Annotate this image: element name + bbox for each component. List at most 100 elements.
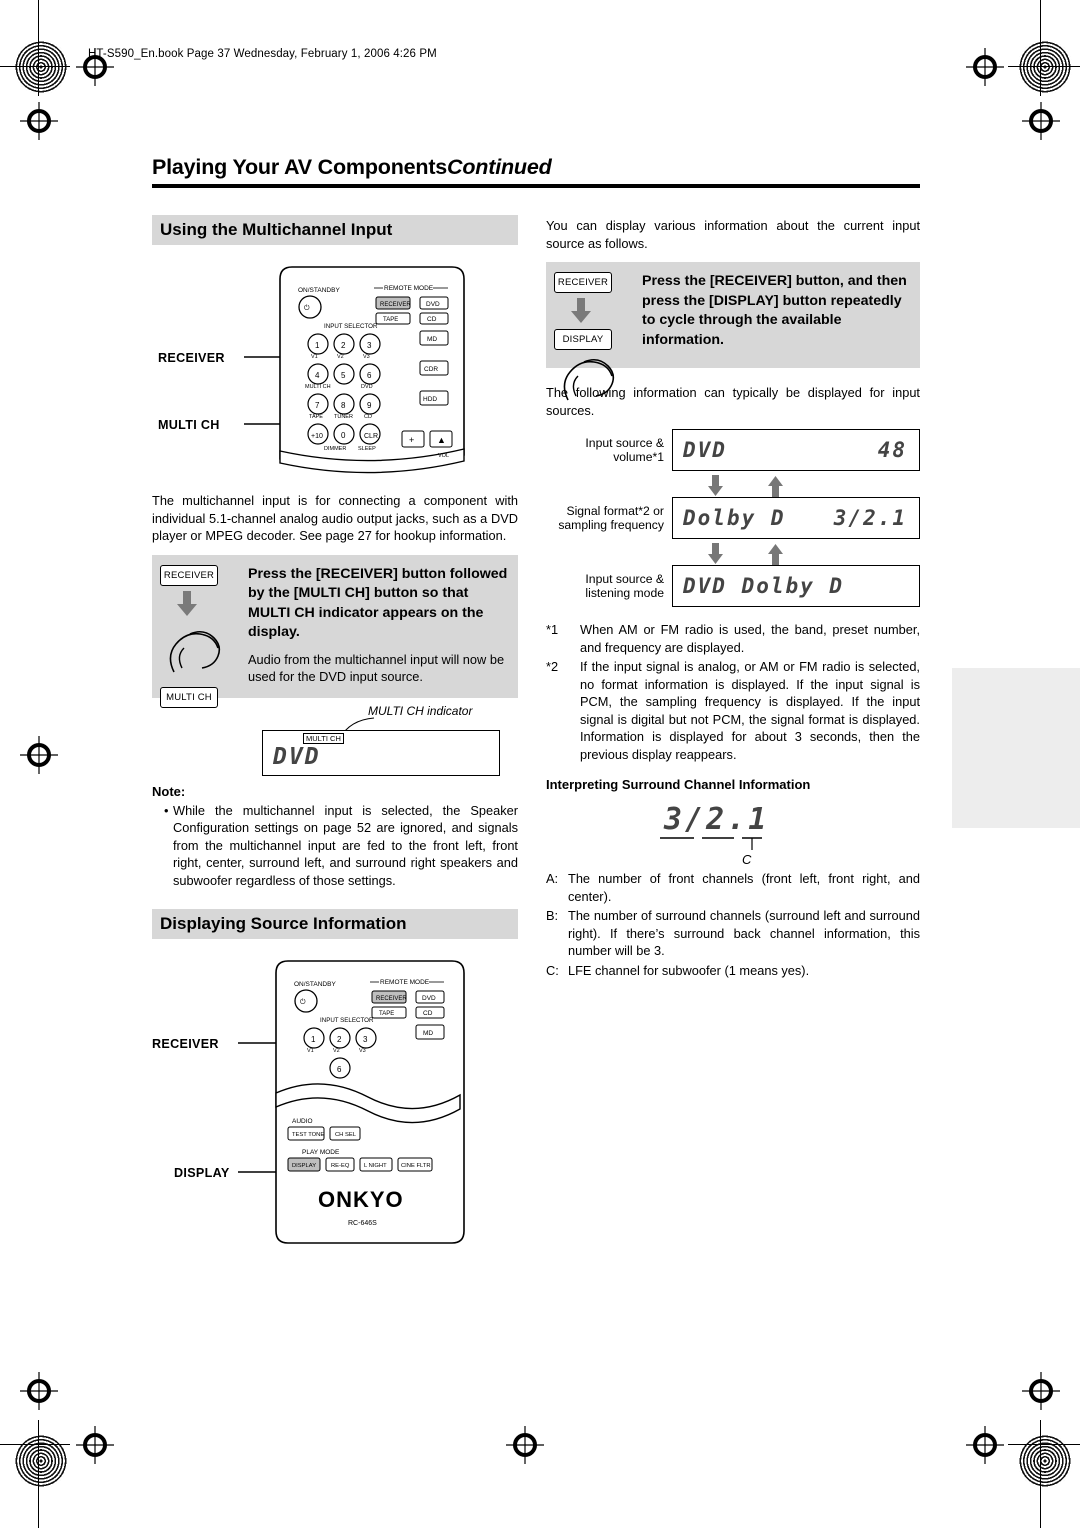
down-arrow-icon-2 <box>571 298 591 324</box>
lcd-row-1-right: 48 <box>877 438 907 462</box>
cycle-row-2-label: Signal format*2 or sampling frequency <box>558 503 664 533</box>
crop-line-top-right <box>1008 66 1080 67</box>
footnote-2-text: If the input signal is analog, or AM or … <box>580 659 920 762</box>
callout-label-receiver: RECEIVER <box>158 351 225 365</box>
cycle-row-2: Signal format*2 or sampling frequency Do… <box>546 497 920 539</box>
svg-text:CH SEL: CH SEL <box>335 1132 357 1138</box>
svg-text:DISPLAY: DISPLAY <box>292 1163 316 1169</box>
corner-rosette-bottom-right <box>1018 1434 1072 1488</box>
cycle-row-1: Input source & volume*1 DVD 48 <box>546 429 920 471</box>
registration-mark-top-right <box>966 48 1004 86</box>
abc-definitions: A: The number of front channels (front l… <box>546 870 920 979</box>
button-chip-receiver[interactable]: RECEIVER <box>160 564 218 586</box>
svg-text:7: 7 <box>315 401 320 410</box>
lcd-panel-row-3: DVD Dolby D <box>672 565 920 607</box>
svg-text:0: 0 <box>341 431 346 440</box>
svg-text:3: 3 <box>367 341 372 350</box>
lcd-panel-row-2: Dolby D 3/2.1 <box>672 497 920 539</box>
svg-text:TAPE: TAPE <box>383 317 398 323</box>
svg-text:PLAY MODE: PLAY MODE <box>302 1149 340 1156</box>
lcd-panel-row-1: DVD 48 <box>672 429 920 471</box>
svg-text:+: + <box>409 435 414 445</box>
svg-text:TAPE: TAPE <box>309 414 323 420</box>
svg-text:8: 8 <box>341 401 346 410</box>
crop-line-right-bottom <box>1040 1420 1041 1528</box>
remote-drawing-2: ON/STANDBY REMOTE MODE ⏻ RECEIVER DVD TA… <box>238 960 465 1244</box>
corner-rosette-top-right <box>1018 40 1072 94</box>
svg-text:5: 5 <box>341 371 346 380</box>
svg-text:V3: V3 <box>363 354 370 360</box>
svg-text:ONKYO: ONKYO <box>318 1187 404 1212</box>
section-title-text: Using the Multichannel Input <box>160 220 393 239</box>
registration-mark-right-lower <box>1022 1372 1060 1410</box>
definition-a-value: The number of front channels (front left… <box>568 871 920 904</box>
note-list: While the multichannel input is selected… <box>152 802 518 890</box>
callout-label-display: DISPLAY <box>174 1166 230 1180</box>
lcd-value-multich: DVD <box>273 743 321 770</box>
cycle-row-3-label: Input source & listening mode <box>585 571 664 601</box>
hand-press-illustration-multich: RECEIVER MULTI CH <box>160 564 244 708</box>
svg-text:RE-EQ: RE-EQ <box>331 1163 350 1169</box>
svg-text:DVD: DVD <box>361 384 373 390</box>
svg-text:CDR: CDR <box>424 366 438 373</box>
crop-line-top-left <box>0 66 70 67</box>
svg-text:2: 2 <box>337 1035 342 1044</box>
definition-a: A: The number of front channels (front l… <box>546 870 920 905</box>
svg-text:▲: ▲ <box>437 435 446 445</box>
page-title: Playing Your AV ComponentsContinued <box>152 155 552 180</box>
svg-text:9: 9 <box>367 401 372 410</box>
svg-text:⏻: ⏻ <box>300 998 306 1006</box>
registration-mark-bottom-center <box>506 1426 544 1464</box>
lcd-multich-block: MULTI CH indicator MULTI CH DVD <box>152 704 518 778</box>
manual-page: HT-S590_En.book Page 37 Wednesday, Febru… <box>0 0 1080 1528</box>
instruction-box-multich: RECEIVER MULTI CH Press the [RECEIVER] b… <box>152 554 518 708</box>
registration-mark-left-upper <box>20 102 58 140</box>
definition-c-value: LFE channel for subwoofer (1 means yes). <box>568 962 810 978</box>
svg-text:REMOTE MODE: REMOTE MODE <box>380 979 430 986</box>
page-edge-tint <box>952 668 1080 828</box>
svg-text:L NIGHT: L NIGHT <box>364 1163 387 1169</box>
interpret-mark-c: C <box>742 852 752 867</box>
svg-text:3: 3 <box>363 1035 368 1044</box>
cycle-row-3: Input source & listening mode DVD Dolby … <box>546 565 920 607</box>
registration-mark-bottom-right <box>966 1426 1004 1464</box>
note-heading: Note: <box>152 783 186 799</box>
section-header-multichannel-input: Using the Multichannel Input <box>152 215 518 245</box>
footnote-1-text: When AM or FM radio is used, the band, p… <box>580 622 920 655</box>
svg-text:RC-646S: RC-646S <box>348 1220 377 1227</box>
definition-c-key: C: <box>546 962 559 978</box>
registration-mark-left-mid <box>20 736 58 774</box>
svg-text:V3: V3 <box>359 1048 366 1054</box>
page-title-continued: Continued <box>447 155 552 179</box>
svg-text:CD: CD <box>364 414 372 420</box>
corner-rosette-top-left <box>14 40 68 94</box>
svg-text:HDD: HDD <box>423 396 437 403</box>
button-chip-display[interactable]: DISPLAY <box>554 329 612 350</box>
file-header-line: HT-S590_En.book Page 37 Wednesday, Febru… <box>88 48 437 60</box>
button-chip-receiver-2[interactable]: RECEIVER <box>554 272 612 293</box>
svg-text:V2: V2 <box>337 354 344 360</box>
footnote-2-marker: *2 <box>546 659 559 674</box>
footnotes-block: *1 When AM or FM radio is used, the band… <box>546 621 920 763</box>
right-column: You can display various information abou… <box>546 215 920 981</box>
crop-line-left-bottom <box>38 1420 39 1528</box>
lcd-row-2-right: 3/2.1 <box>833 506 907 530</box>
svg-text:+10: +10 <box>311 433 323 440</box>
svg-text:INPUT SELECTOR: INPUT SELECTOR <box>324 323 378 330</box>
instruction-text-multich: Press the [RECEIVER] button followed by … <box>248 565 508 641</box>
down-arrow-icon <box>177 590 197 617</box>
page-title-main: Playing Your AV Components <box>152 155 448 179</box>
svg-text:6: 6 <box>337 1065 342 1074</box>
callout-label-receiver-2: RECEIVER <box>152 1037 219 1051</box>
svg-text:REMOTE MODE: REMOTE MODE <box>384 285 434 292</box>
subsection-heading-interpreting: Interpreting Surround Channel Informatio… <box>546 777 811 792</box>
svg-text:MD: MD <box>427 336 437 343</box>
remote-illustration-multich: RECEIVER MULTI CH ON/STANDBY REMOTE MODE… <box>152 257 518 492</box>
svg-text:4: 4 <box>315 371 320 380</box>
definition-b-key: B: <box>546 908 559 923</box>
svg-text:SLEEP: SLEEP <box>358 446 376 452</box>
definition-a-key: A: <box>546 871 559 886</box>
arrow-pair-icon-1 <box>708 475 783 497</box>
interpret-display-illustration: 3/2.1 C <box>546 798 920 870</box>
svg-text:ON/STANDBY: ON/STANDBY <box>294 981 336 988</box>
